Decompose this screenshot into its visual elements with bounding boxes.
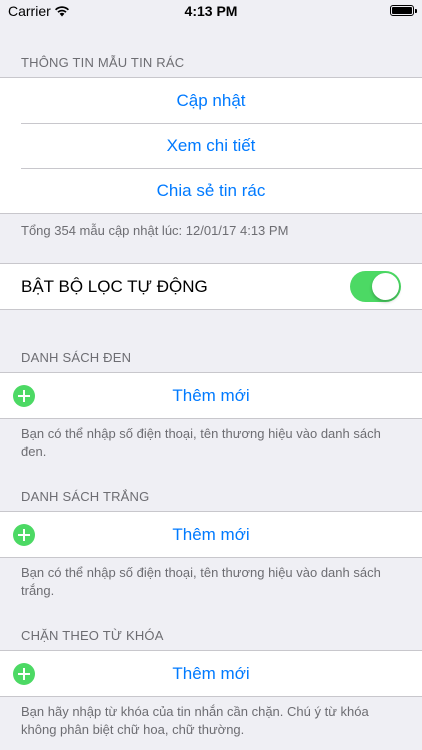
status-bar: Carrier 4:13 PM [0, 0, 422, 22]
keyword-add-button[interactable]: Thêm mới [0, 651, 422, 696]
spam-samples-header: THÔNG TIN MẪU TIN RÁC [21, 55, 185, 70]
auto-filter-label: BẬT BỘ LỌC TỰ ĐỘNG [21, 277, 208, 296]
update-button[interactable]: Cập nhật [0, 78, 422, 123]
whitelist-add-row[interactable]: Thêm mới [0, 512, 422, 557]
clock: 4:13 PM [184, 3, 238, 19]
view-details-button[interactable]: Xem chi tiết [0, 123, 422, 168]
blacklist-footer: Bạn có thể nhập số điện thoại, tên thươn… [21, 426, 381, 459]
blacklist-header: DANH SÁCH ĐEN [21, 350, 132, 365]
keyword-add-row[interactable]: Thêm mới [0, 651, 422, 696]
auto-filter-group: BẬT BỘ LỌC TỰ ĐỘNG [0, 263, 422, 310]
blacklist-add-row[interactable]: Thêm mới [0, 373, 422, 418]
whitelist-add-button[interactable]: Thêm mới [0, 512, 422, 557]
battery-icon [390, 5, 417, 16]
whitelist-group: Thêm mới [0, 511, 422, 558]
spam-samples-group: Cập nhật Xem chi tiết Chia sẻ tin rác [0, 77, 422, 214]
auto-filter-toggle[interactable] [350, 271, 401, 302]
toggle-knob [372, 273, 399, 300]
blacklist-add-button[interactable]: Thêm mới [0, 373, 422, 418]
whitelist-header: DANH SÁCH TRẮNG [21, 489, 150, 504]
keyword-block-header: CHẶN THEO TỪ KHÓA [21, 628, 164, 643]
spam-samples-footer: Tổng 354 mẫu cập nhật lúc: 12/01/17 4:13… [21, 223, 289, 238]
auto-filter-row: BẬT BỘ LỌC TỰ ĐỘNG [0, 264, 422, 309]
blacklist-group: Thêm mới [0, 372, 422, 419]
keyword-block-footer: Bạn hãy nhập từ khóa của tin nhắn cần ch… [21, 704, 369, 737]
keyword-block-group: Thêm mới [0, 650, 422, 697]
whitelist-footer: Bạn có thể nhập số điện thoại, tên thươn… [21, 565, 381, 598]
share-spam-button[interactable]: Chia sẻ tin rác [0, 168, 422, 213]
